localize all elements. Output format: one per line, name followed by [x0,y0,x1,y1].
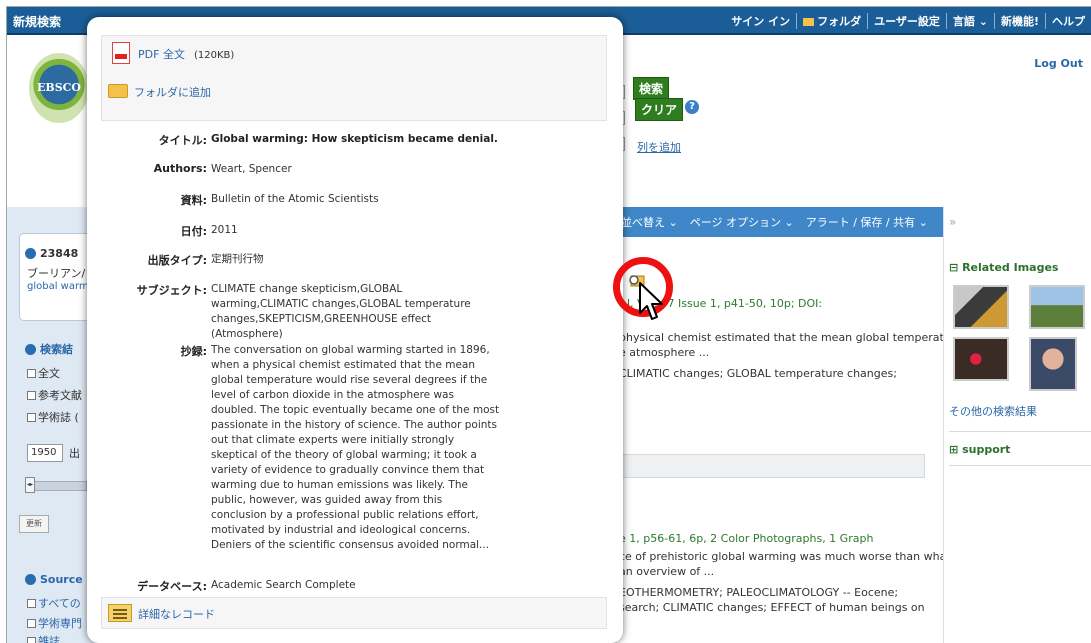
collapse-box-icon: ⊟ [949,261,959,274]
checkbox-icon [27,391,36,400]
related-images-header[interactable]: ⊟ Related Images [949,261,1058,274]
folder-icon[interactable] [108,84,128,98]
expand-box-icon: ⊞ [949,443,959,456]
authors-label: Authors: [153,162,207,175]
logo-text: EBSCO [37,81,81,94]
checkbox-icon [27,619,36,628]
page-options-menu[interactable]: ページ オプション ⌄ [690,214,794,230]
popup-actions: PDF 全文 (120KB) フォルダに追加 [101,35,607,121]
publication-type-label: 出版タイプ: [147,254,207,267]
date-label: 日付: [180,225,207,238]
expand-icon [25,344,36,355]
checkbox-references[interactable]: 参考文献 [27,387,82,403]
source-magazines[interactable]: 雑誌 [27,633,60,643]
related-image-2[interactable] [1029,285,1085,329]
help-link[interactable]: ヘルプ [1045,13,1091,29]
result-1-abstract-line1: physical chemist estimated that the mean… [619,331,962,344]
checkbox-icon [27,599,36,608]
checkbox-scholarly[interactable]: 学術誌 ( [27,409,79,425]
clear-button[interactable]: クリア [635,98,684,121]
sign-in-link[interactable]: サイン イン [725,13,796,29]
date-value: 2011 [211,224,238,236]
date-slider-handle[interactable]: ◂▸ [25,477,35,493]
update-button[interactable]: 更新 [19,515,49,533]
source-types-header[interactable]: Source [25,573,83,586]
top-links: サイン イン フォルダ ユーザー設定 言語 ⌄ 新機能! ヘルプ [725,13,1091,29]
source-value: Bulletin of the Atomic Scientists [211,193,379,205]
pdf-fulltext-link[interactable]: PDF 全文 [138,46,185,62]
detailed-record-link[interactable]: 詳細なレコード [138,606,215,622]
pdf-icon[interactable] [112,42,130,64]
result-2-meta: e 1, p56-61, 6p, 2 Color Photographs, 1 … [619,532,874,545]
collapse-panel-icon[interactable]: » [949,215,956,229]
result-2-abstract-line2: an overview of ... [619,565,715,578]
add-to-folder-link[interactable]: フォルダに追加 [134,84,211,100]
abstract-label: 抄録: [180,345,207,358]
related-image-4[interactable] [1029,337,1077,391]
year-label: 出 [69,447,80,460]
subject-value: CLIMATE change skepticism,GLOBAL warming… [211,283,471,340]
collapse-icon[interactable] [25,248,36,259]
more-results-link[interactable]: その他の検索結果 [949,403,1037,419]
boolean-label: ブーリアン/ [27,267,86,280]
alert-save-share-menu[interactable]: アラート / 保存 / 共有 ⌄ [806,214,928,230]
search-button[interactable]: 検索 [633,77,670,100]
year-from-input[interactable]: 1950 [27,444,63,462]
result-count: 23848 [25,247,78,260]
result-separator-bar [619,454,925,478]
folder-icon [803,18,815,26]
support-header[interactable]: ⊞ support [949,443,1010,456]
logout-link[interactable]: Log Out [1034,57,1083,70]
checkbox-icon [27,413,36,422]
source-academic[interactable]: 学術専門 [27,615,82,631]
pdf-size: (120KB) [194,50,235,61]
divider [949,465,1091,466]
refine-results-header[interactable]: 検索結 [25,341,73,357]
popup-footer: 詳細なレコード [101,597,607,629]
add-column-link[interactable]: 列を追加 [637,139,681,155]
record-preview-popup: PDF 全文 (120KB) フォルダに追加 タイトル: Global warm… [87,17,623,643]
language-menu[interactable]: 言語 ⌄ [945,13,994,29]
checkbox-icon [27,637,36,643]
source-label: 資料: [180,194,207,207]
database-label: データベース: [137,580,207,593]
new-search-link[interactable]: 新規検索 [13,13,61,30]
result-1-subjects: CLIMATIC changes; GLOBAL temperature cha… [619,367,897,380]
result-1-abstract-line2: e atmosphere ... [619,346,710,359]
related-image-3[interactable] [953,337,1009,381]
checkbox-icon [27,369,36,378]
checkbox-fulltext[interactable]: 全文 [27,365,60,381]
preferences-link[interactable]: ユーザー設定 [867,13,946,29]
ebsco-logo[interactable]: EBSCO [29,53,89,123]
detailed-record-icon[interactable] [108,604,132,622]
result-2-abstract-line1: ce of prehistoric global warming was muc… [619,550,951,563]
result-2-subjects-line2: search; CLIMATIC changes; EFFECT of huma… [619,601,925,614]
title-value: Global warming: How skepticism became de… [211,133,498,145]
database-value: Academic Search Complete [211,579,356,591]
related-image-1[interactable] [953,285,1009,329]
source-all[interactable]: すべての [27,595,81,611]
subject-label: サブジェクト: [136,284,207,297]
result-2-subjects-line1: EOTHERMOMETRY; PALEOCLIMATOLOGY -- Eocen… [619,586,899,599]
mouse-pointer-icon [639,282,663,320]
results-toolbar: 並べ替え ⌄ ページ オプション ⌄ アラート / 保存 / 共有 ⌄ [617,207,943,237]
query-link[interactable]: global warm [27,281,89,292]
new-features-link[interactable]: 新機能! [993,13,1045,29]
expand-icon [25,574,36,585]
abstract-value: The conversation on global warming start… [211,344,500,551]
help-icon[interactable]: ? [685,100,699,114]
folder-link[interactable]: フォルダ [796,13,867,29]
divider [949,431,1091,432]
sort-menu[interactable]: 並べ替え ⌄ [621,214,678,230]
browser-frame: 新規検索 サイン イン フォルダ ユーザー設定 言語 ⌄ 新機能! ヘルプ EB… [6,6,1091,643]
publication-type-value: 定期刊行物 [211,253,264,265]
authors-value: Weart, Spencer [211,163,292,175]
title-label: タイトル: [158,134,207,147]
